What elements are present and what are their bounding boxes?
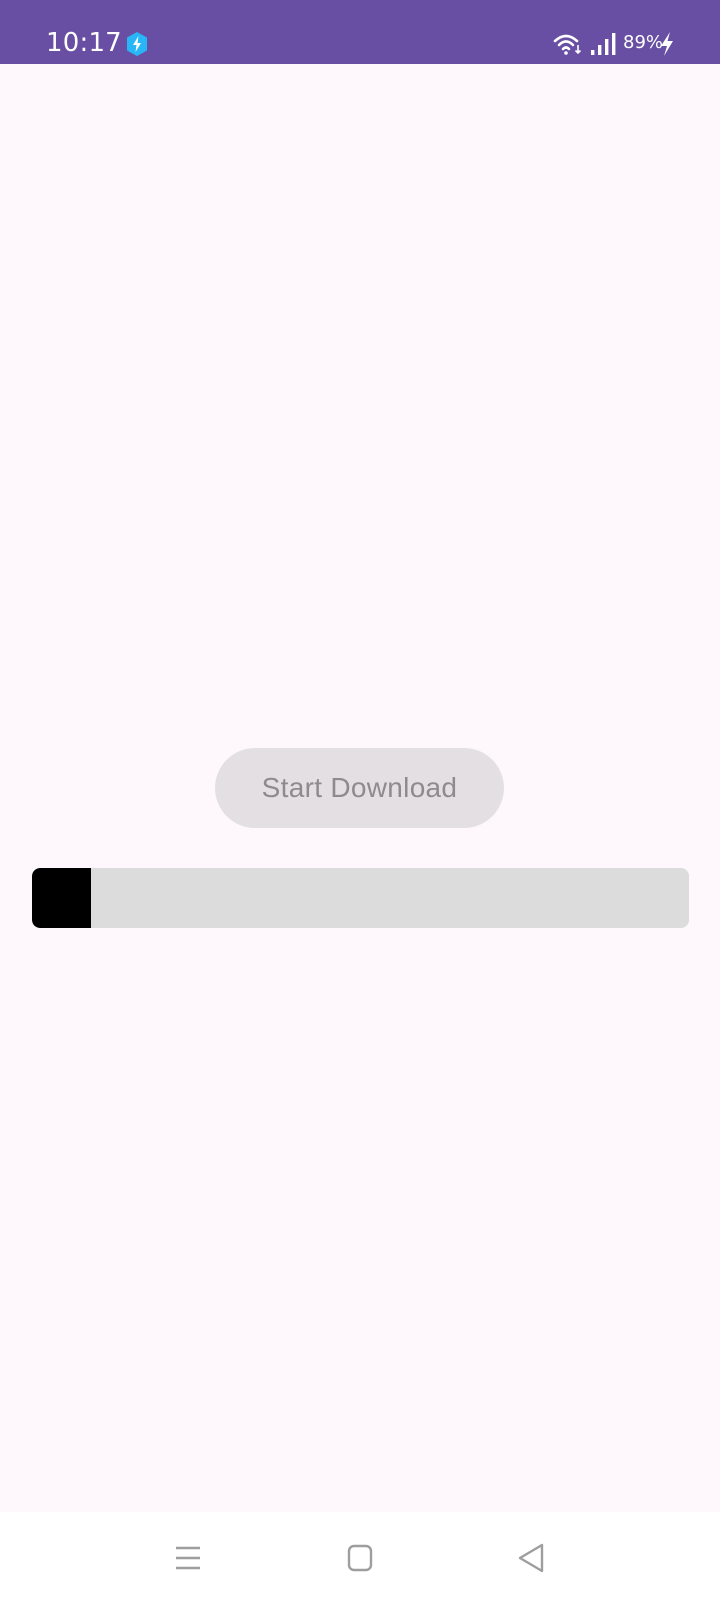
status-time: 10:17 — [46, 28, 122, 58]
wifi-icon — [553, 34, 582, 55]
status-bar: 10:17 89% — [0, 0, 720, 64]
navigation-bar — [0, 1512, 720, 1600]
charging-bolt-icon — [661, 32, 673, 56]
recent-apps-icon[interactable] — [168, 1542, 208, 1574]
shield-bolt-icon — [127, 32, 147, 56]
signal-icon — [591, 33, 616, 55]
download-progress-fill — [32, 868, 92, 928]
home-icon[interactable] — [340, 1542, 380, 1574]
start-download-button[interactable]: Start Download — [215, 748, 504, 828]
download-progress-bar — [32, 868, 689, 928]
back-icon[interactable] — [511, 1542, 551, 1574]
battery-percent: 89% — [623, 32, 664, 53]
